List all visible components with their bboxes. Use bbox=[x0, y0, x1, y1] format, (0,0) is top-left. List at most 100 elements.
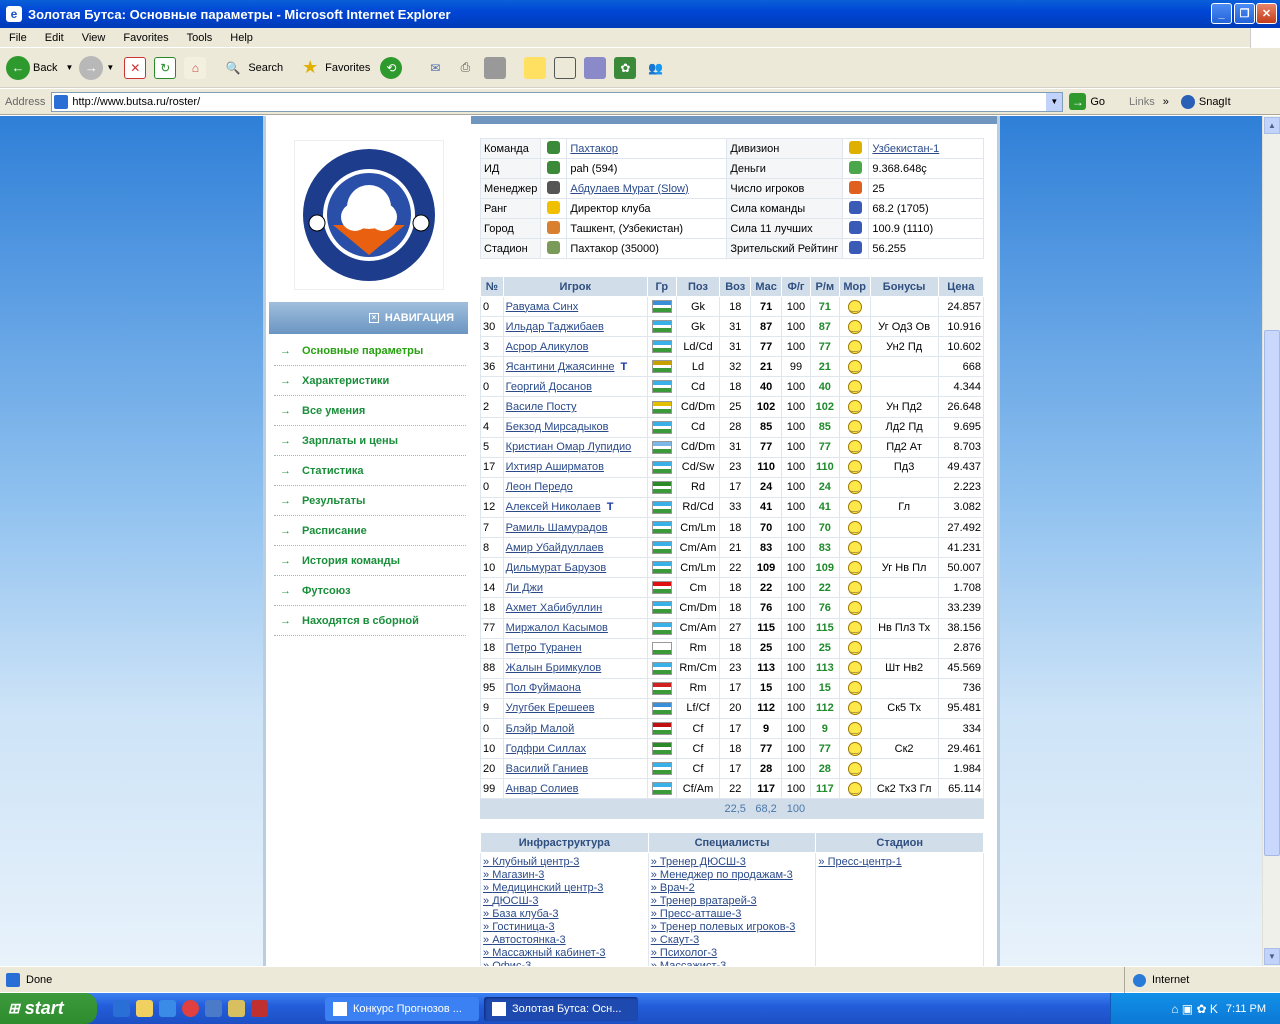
player-name-link[interactable]: Пол Фуймаона bbox=[506, 682, 581, 694]
start-button[interactable]: ⊞ start bbox=[0, 993, 97, 1024]
facility-link[interactable]: Скаут-3 bbox=[651, 934, 814, 947]
facility-link[interactable]: База клуба-3 bbox=[483, 908, 646, 921]
menu-file[interactable]: File bbox=[0, 32, 36, 44]
task-golden-boot[interactable]: Золотая Бутса: Осн... bbox=[484, 996, 638, 1021]
facility-link[interactable]: ДЮСШ-3 bbox=[483, 895, 646, 908]
player-name-link[interactable]: Алексей Николаев bbox=[506, 501, 601, 513]
home-icon[interactable]: ⌂ bbox=[184, 56, 207, 79]
quicklaunch-folder-icon[interactable] bbox=[136, 1000, 153, 1017]
player-name-link[interactable]: Анвар Солиев bbox=[506, 783, 579, 795]
player-name-link[interactable]: Ихтияр Аширматов bbox=[506, 461, 604, 473]
address-dropdown-icon[interactable]: ▼ bbox=[1046, 92, 1063, 111]
nav-item[interactable]: Находятся в сборной bbox=[274, 606, 466, 636]
menu-favorites[interactable]: Favorites bbox=[114, 32, 177, 44]
roster-col-header[interactable]: Р/м bbox=[809, 276, 840, 297]
player-name-link[interactable]: Годфри Силлах bbox=[506, 743, 586, 755]
search-button[interactable]: 🔍 Search bbox=[218, 57, 283, 79]
player-name-link[interactable]: Дильмурат Барузов bbox=[506, 562, 607, 574]
info-value-2[interactable]: Узбекистан-1 bbox=[868, 138, 984, 159]
nav-item[interactable]: Зарплаты и цены bbox=[274, 426, 466, 456]
nav-item[interactable]: Результаты bbox=[274, 486, 466, 516]
player-name-link[interactable]: Бекзод Мирсадыков bbox=[506, 421, 609, 433]
roster-col-header[interactable]: Мас bbox=[750, 276, 783, 297]
quicklaunch-browser-icon[interactable] bbox=[159, 1000, 176, 1017]
menu-view[interactable]: View bbox=[73, 32, 115, 44]
vertical-scrollbar[interactable]: ▲ ▼ bbox=[1262, 116, 1280, 966]
player-name-link[interactable]: Жалын Бримкулов bbox=[506, 662, 602, 674]
mail-icon[interactable]: ✉ bbox=[424, 57, 446, 79]
player-name-link[interactable]: Равуама Синх bbox=[506, 301, 579, 313]
note-icon[interactable] bbox=[524, 56, 547, 79]
tray-icons[interactable]: ⌂ ▣ ✿ K bbox=[1171, 1002, 1218, 1016]
roster-col-header[interactable]: Игрок bbox=[502, 276, 648, 297]
facility-link[interactable]: Пресс-атташе-3 bbox=[651, 908, 814, 921]
quicklaunch-tool-icon[interactable] bbox=[228, 1000, 245, 1017]
player-name-link[interactable]: Асрор Аликулов bbox=[506, 341, 589, 353]
player-name-link[interactable]: Василий Ганиев bbox=[506, 763, 589, 775]
player-name-link[interactable]: Амир Убайдуллаев bbox=[506, 542, 604, 554]
player-name-link[interactable]: Ясантини Джаясинне bbox=[506, 361, 615, 373]
research-icon[interactable] bbox=[584, 56, 607, 79]
menu-help[interactable]: Help bbox=[221, 32, 262, 44]
go-button[interactable]: → Go bbox=[1069, 93, 1105, 110]
player-name-link[interactable]: Рамиль Шамурадов bbox=[506, 522, 608, 534]
quicklaunch-app-icon[interactable] bbox=[251, 1000, 268, 1017]
history-icon[interactable]: ⟲ bbox=[380, 56, 403, 79]
facility-link[interactable]: Менеджер по продажам-3 bbox=[651, 869, 814, 882]
messenger-icon[interactable]: 👥 bbox=[644, 57, 666, 79]
facility-link[interactable]: Тренер вратарей-3 bbox=[651, 895, 814, 908]
facility-link[interactable]: Магазин-3 bbox=[483, 869, 646, 882]
scroll-thumb[interactable] bbox=[1264, 330, 1280, 856]
facility-link[interactable]: Тренер полевых игроков-3 bbox=[651, 921, 814, 934]
nav-collapse-icon[interactable]: × bbox=[368, 313, 379, 323]
roster-col-header[interactable]: Цена bbox=[937, 276, 985, 297]
maximize-button[interactable]: ❐ bbox=[1234, 3, 1255, 24]
close-button[interactable]: ✕ bbox=[1256, 3, 1277, 24]
quicklaunch-opera-icon[interactable] bbox=[182, 1000, 199, 1017]
facility-link[interactable]: Психолог-3 bbox=[651, 947, 814, 960]
facility-link[interactable]: Клубный центр-3 bbox=[483, 856, 646, 869]
player-name-link[interactable]: Георгий Досанов bbox=[506, 381, 592, 393]
nav-item[interactable]: Основные параметры bbox=[274, 336, 466, 366]
info-value[interactable]: Пахтакор bbox=[566, 138, 728, 159]
player-name-link[interactable]: Ильдар Таджибаев bbox=[506, 321, 604, 333]
nav-item[interactable]: Характеристики bbox=[274, 366, 466, 396]
refresh-icon[interactable]: ↻ bbox=[154, 56, 177, 79]
roster-col-header[interactable]: Мор bbox=[838, 276, 871, 297]
nav-item[interactable]: Расписание bbox=[274, 516, 466, 546]
player-name-link[interactable]: Кристиан Омар Лупидио bbox=[506, 441, 632, 453]
links-button[interactable]: Links bbox=[1129, 96, 1155, 108]
roster-col-header[interactable]: Поз bbox=[675, 276, 721, 297]
player-name-link[interactable]: Ли Джи bbox=[506, 582, 543, 594]
icq-icon[interactable]: ✿ bbox=[614, 56, 637, 79]
snagit-button[interactable]: SnagIt bbox=[1180, 94, 1231, 109]
player-name-link[interactable]: Миржалол Касымов bbox=[506, 622, 608, 634]
facility-link[interactable]: Медицинский центр-3 bbox=[483, 882, 646, 895]
edit-icon[interactable] bbox=[484, 56, 507, 79]
minimize-button[interactable]: _ bbox=[1211, 3, 1232, 24]
roster-col-header[interactable]: Ф/г bbox=[781, 276, 811, 297]
player-name-link[interactable]: Блэйр Малой bbox=[506, 723, 575, 735]
facility-link[interactable]: Тренер ДЮСШ-3 bbox=[651, 856, 814, 869]
roster-col-header[interactable]: Бонусы bbox=[869, 276, 939, 297]
nav-item[interactable]: История команды bbox=[274, 546, 466, 576]
facility-link[interactable]: Пресс-центр-1 bbox=[818, 856, 981, 869]
stop-icon[interactable]: ✕ bbox=[124, 56, 147, 79]
favorites-button[interactable]: ★ Favorites bbox=[295, 57, 370, 79]
player-name-link[interactable]: Василе Посту bbox=[506, 401, 577, 413]
scroll-up-arrow-icon[interactable]: ▲ bbox=[1264, 117, 1280, 134]
facility-link[interactable]: Врач-2 bbox=[651, 882, 814, 895]
facility-link[interactable]: Гостиница-3 bbox=[483, 921, 646, 934]
scroll-down-arrow-icon[interactable]: ▼ bbox=[1264, 948, 1280, 965]
player-name-link[interactable]: Леон Передо bbox=[506, 481, 573, 493]
roster-col-header[interactable]: Воз bbox=[719, 276, 752, 297]
info-value[interactable]: Абдулаев Мурат (Slow) bbox=[566, 178, 728, 199]
menu-tools[interactable]: Tools bbox=[178, 32, 222, 44]
facility-link[interactable]: Массажный кабинет-3 bbox=[483, 947, 646, 960]
address-input[interactable]: http://www.butsa.ru/roster/▼ bbox=[51, 91, 1064, 112]
back-button[interactable]: ← Back ▼ bbox=[6, 55, 73, 80]
player-name-link[interactable]: Ахмет Хабибуллин bbox=[506, 602, 603, 614]
quicklaunch-media-icon[interactable] bbox=[205, 1000, 222, 1017]
nav-item[interactable]: Футсоюз bbox=[274, 576, 466, 606]
menu-edit[interactable]: Edit bbox=[36, 32, 73, 44]
